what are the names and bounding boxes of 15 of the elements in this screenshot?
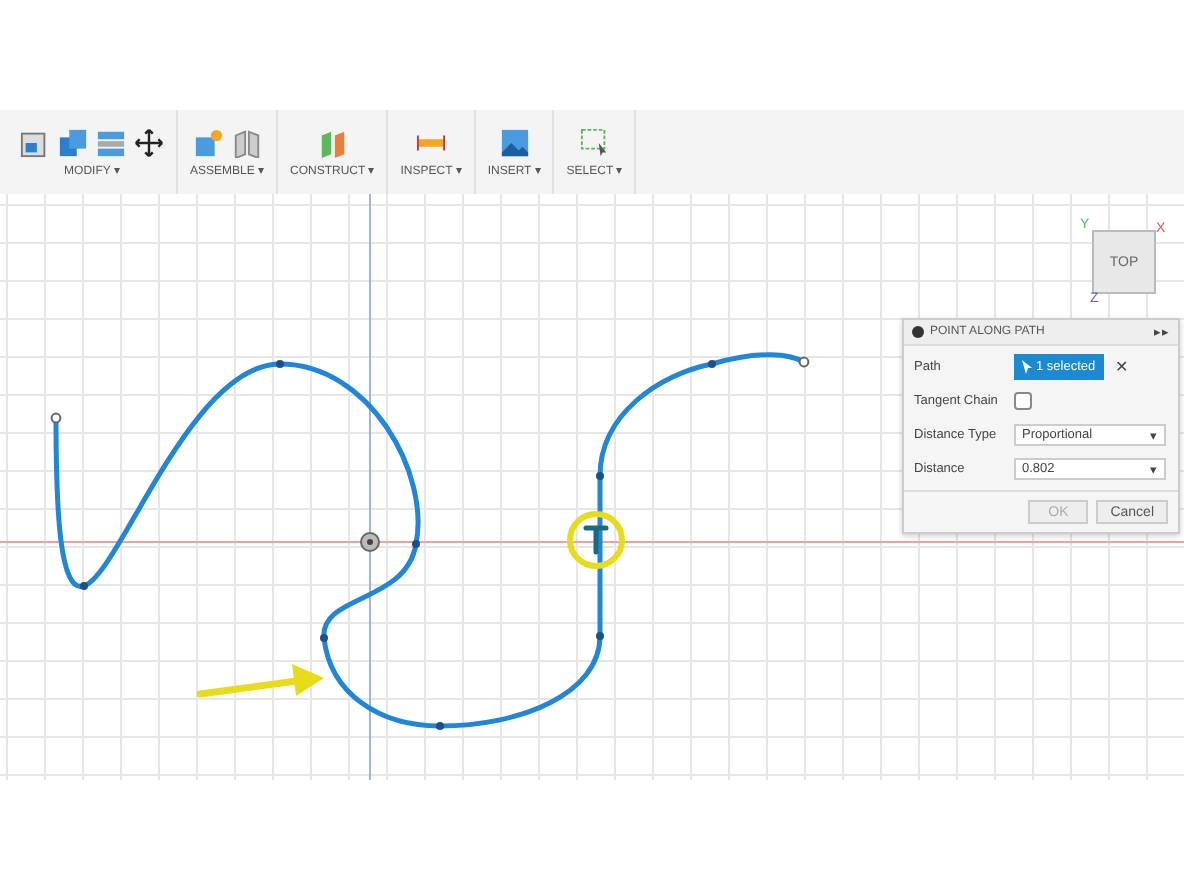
cursor-icon [1022, 360, 1032, 374]
image-icon[interactable] [499, 127, 530, 157]
move-icon[interactable] [134, 127, 164, 157]
pointer-arrow [196, 664, 324, 698]
checkbox[interactable] [1014, 392, 1032, 410]
clear-button[interactable]: ✕ [1115, 358, 1130, 376]
highlight-circle [567, 511, 625, 569]
origin-point [360, 532, 380, 552]
window-select-icon[interactable] [579, 127, 610, 157]
box-icon[interactable] [20, 127, 50, 157]
planes-icon[interactable] [317, 127, 348, 157]
boxes-icon[interactable] [58, 127, 88, 157]
dialog-icon [912, 326, 924, 338]
panels-icon[interactable] [231, 127, 261, 157]
joint-icon[interactable] [193, 127, 223, 157]
